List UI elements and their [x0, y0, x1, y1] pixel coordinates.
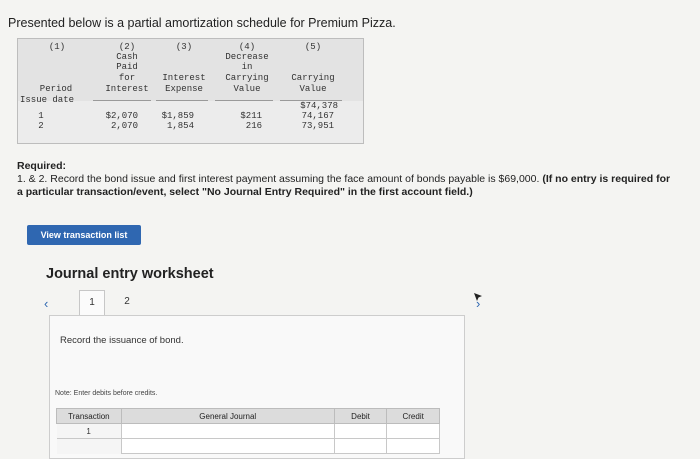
view-transaction-list-button[interactable]: View transaction list: [27, 225, 141, 245]
row2-carrying: 73,951: [301, 121, 334, 131]
header-rule-2: [93, 100, 151, 101]
required-text: 1. & 2. Record the bond issue and first …: [17, 173, 540, 185]
col2-header-2: Paid: [116, 62, 138, 72]
worksheet-note: Note: Enter debits before credits.: [55, 390, 158, 397]
credit-input[interactable]: [387, 439, 439, 453]
credit-cell[interactable]: [386, 438, 440, 454]
row1-interest: $1,859: [161, 111, 194, 121]
journal-table: Transaction General Journal Debit Credit…: [56, 408, 440, 454]
amortization-schedule: (1) (2) (3) (4) (5) Cash Paid for Intere…: [17, 38, 364, 144]
row1-period: 1: [38, 111, 44, 121]
debit-input[interactable]: [334, 439, 387, 453]
col5-header-1: Carrying: [291, 73, 335, 83]
debit-cell[interactable]: [333, 423, 388, 439]
row1-decrease: $211: [240, 111, 262, 121]
credit-input[interactable]: [387, 424, 439, 438]
required-title: Required:: [17, 160, 67, 172]
col5-header-2: Value: [299, 84, 327, 94]
chevron-left-icon[interactable]: ‹: [44, 296, 48, 311]
col-number-3: (3): [175, 42, 193, 52]
col1-header: Period: [39, 84, 73, 94]
header-rule-3: [156, 100, 208, 101]
col-number-5: (5): [304, 42, 322, 52]
col3-header-2: Expense: [165, 84, 203, 94]
tab-1[interactable]: 1: [79, 290, 105, 317]
debit-cell[interactable]: [333, 438, 388, 454]
col-number-1: (1): [48, 42, 66, 52]
worksheet-panel: Record the issuance of bond. Note: Enter…: [49, 315, 465, 459]
col4-header-3: Carrying: [225, 73, 269, 83]
account-input[interactable]: [121, 439, 334, 453]
table-row: [56, 438, 440, 454]
transaction-number: 1: [56, 423, 122, 439]
tab-2[interactable]: 2: [115, 290, 139, 314]
col-general-journal: General Journal: [120, 408, 335, 424]
col-number-4: (4): [238, 42, 256, 52]
row1-carrying: 74,167: [301, 111, 334, 121]
row-issue-period: Issue date: [20, 95, 75, 105]
row2-interest: 1,854: [166, 121, 194, 131]
chevron-right-icon[interactable]: ›: [476, 296, 480, 311]
row2-cash: 2,070: [110, 121, 138, 131]
account-cell[interactable]: [120, 423, 335, 439]
credit-cell[interactable]: [386, 423, 440, 439]
col-transaction: Transaction: [56, 408, 122, 424]
col-number-2: (2): [118, 42, 136, 52]
row2-period: 2: [38, 121, 44, 131]
col2-header-1: Cash: [116, 52, 138, 62]
col2-header-3: for: [118, 73, 136, 83]
table-row: 1: [56, 423, 440, 439]
transaction-number-empty: [56, 438, 122, 454]
row-issue-carrying: $74,378: [300, 101, 338, 111]
row2-decrease: 216: [245, 121, 262, 131]
account-input[interactable]: [121, 424, 334, 438]
header-rule-4: [215, 100, 273, 101]
debit-input[interactable]: [334, 424, 387, 438]
required-section: Required: 1. & 2. Record the bond issue …: [17, 160, 677, 199]
worksheet-instruction: Record the issuance of bond.: [60, 335, 184, 346]
account-cell[interactable]: [120, 438, 335, 454]
col4-header-4: Value: [233, 84, 261, 94]
col-credit: Credit: [386, 408, 440, 424]
row1-cash: $2,070: [105, 111, 138, 121]
col4-header-1: Decrease: [225, 52, 269, 62]
col3-header-1: Interest: [162, 73, 206, 83]
col-debit: Debit: [333, 408, 388, 424]
col2-header-4: Interest: [105, 84, 149, 94]
intro-text: Presented below is a partial amortizatio…: [8, 16, 396, 30]
col4-header-2: in: [241, 62, 253, 72]
worksheet-title: Journal entry worksheet: [46, 266, 214, 282]
